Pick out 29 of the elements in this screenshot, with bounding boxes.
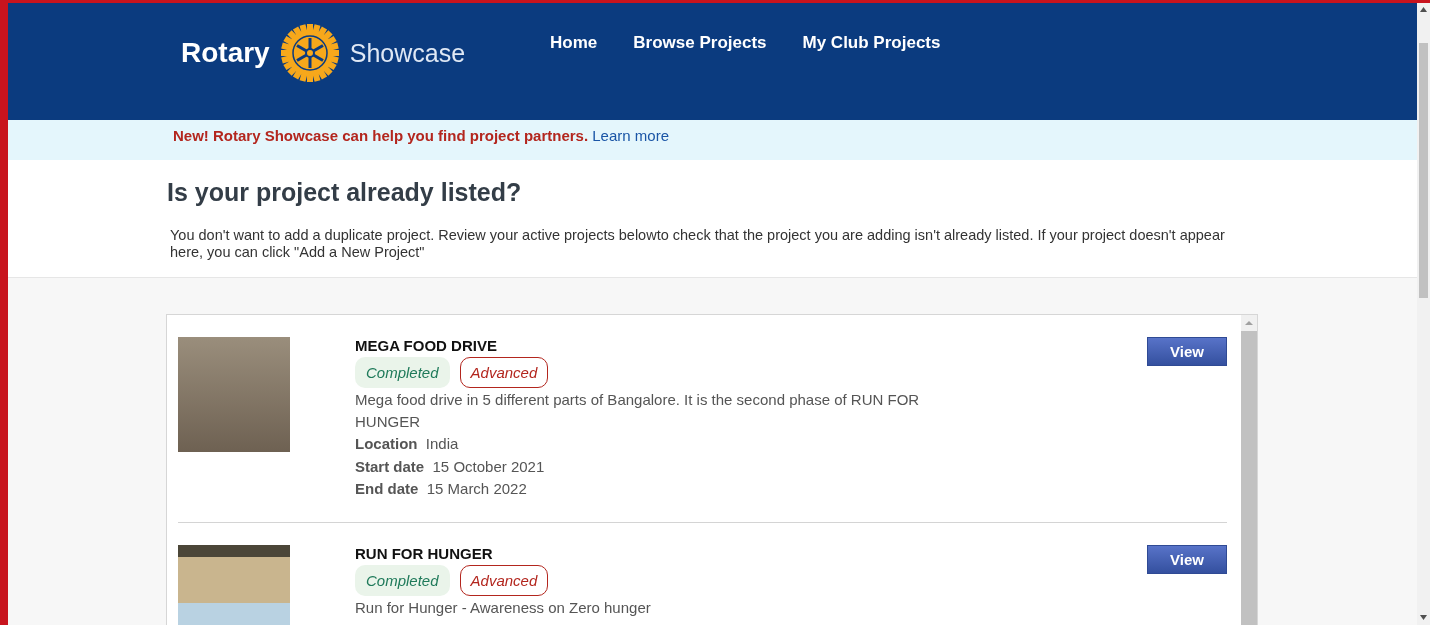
level-tag: Advanced — [459, 564, 549, 596]
logo-text: Rotary — [181, 37, 270, 69]
nav-link[interactable]: Browse Projects — [633, 33, 767, 53]
field-label: End date — [355, 480, 419, 497]
level-tag: Advanced — [459, 357, 549, 388]
learn-more-link[interactable]: Learn more — [592, 127, 669, 144]
scrollbar-thumb[interactable] — [1419, 43, 1428, 298]
field-value: 15 October 2021 — [432, 457, 545, 475]
project-title: MEGA FOOD DRIVE — [355, 337, 498, 354]
project-description: Mega food drive in 5 different parts of Bangalore. It is the second phase of RUN FOR HUNGER — [355, 390, 921, 432]
project-description: Run for Hunger - Awareness on Zero hunger — [355, 597, 652, 618]
page-heading: Is your project already listed? — [167, 178, 523, 207]
status-tag: Completed — [355, 357, 450, 388]
field-label: Start date — [355, 457, 425, 475]
page-scrollbar[interactable] — [1417, 3, 1430, 625]
field-value: India — [425, 435, 459, 452]
intro-text: You don't want to add a duplicate project. Review your active projects belowto check that the project you are adding isn't already listed. If your project doesn't appear here, you can click "Add a New Project" — [170, 227, 1226, 261]
status-tag: Completed — [355, 564, 450, 596]
field-value: 15 March 2022 — [426, 480, 527, 497]
logo-subtitle: Showcase — [349, 38, 466, 68]
nav-link[interactable]: Home — [550, 33, 598, 53]
view-button[interactable]: View — [1147, 337, 1227, 366]
list-scrollbar[interactable] — [1241, 315, 1257, 625]
view-button[interactable]: View — [1147, 544, 1227, 574]
field-label: Location — [355, 435, 418, 452]
announcement-text: New! Rotary Showcase can help you find project partners. — [173, 127, 589, 144]
project-title: RUN FOR HUNGER — [355, 544, 494, 562]
gear-wheel-icon — [279, 23, 340, 83]
nav-link[interactable]: My Club Projects — [802, 33, 941, 53]
